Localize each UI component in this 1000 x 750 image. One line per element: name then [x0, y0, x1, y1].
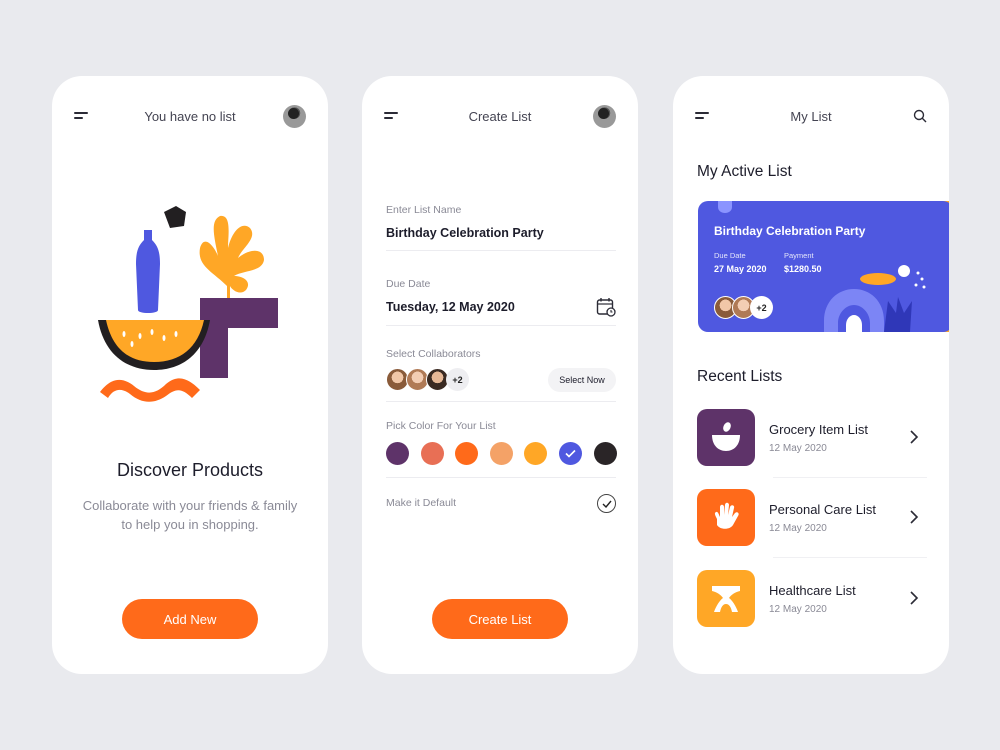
active-list-heading: My Active List: [697, 163, 792, 180]
chevron-right-icon: [910, 430, 919, 444]
color-swatch[interactable]: [455, 442, 479, 465]
due-date-value: 27 May 2020: [714, 264, 767, 274]
vase-shape: [136, 230, 160, 313]
empty-state-screen: You have no list Discover Products Colla…: [52, 76, 328, 674]
color-swatch[interactable]: [593, 442, 617, 465]
create-list-button[interactable]: Create List: [432, 599, 568, 639]
active-card-title: Birthday Celebration Party: [714, 224, 866, 238]
search-icon[interactable]: [913, 109, 927, 123]
hand-icon: [714, 502, 739, 529]
collaborators-field: Select Collaborators +2 Select Now: [386, 348, 616, 402]
list-name-input[interactable]: Birthday Celebration Party: [386, 226, 616, 240]
extra-collaborators-badge: +2: [750, 296, 773, 319]
recent-list-item[interactable]: Personal Care List 12 May 2020: [697, 489, 927, 558]
screen-title: Create List: [468, 109, 532, 124]
color-picker-field: Pick Color For Your List: [386, 420, 617, 478]
pebble-shape: [164, 206, 186, 228]
payment-label: Payment: [784, 251, 814, 260]
divider: [773, 557, 927, 558]
list-date: 12 May 2020: [769, 604, 827, 615]
due-date-label: Due Date: [386, 278, 431, 290]
make-default-label: Make it Default: [386, 497, 457, 509]
leaf-shape: [199, 215, 264, 300]
list-name-field[interactable]: Enter List Name Birthday Celebration Par…: [386, 204, 616, 251]
check-icon: [565, 449, 576, 458]
collaborators-label: Select Collaborators: [386, 348, 481, 360]
color-picker-label: Pick Color For Your List: [386, 420, 496, 432]
screen-title: My List: [790, 109, 832, 124]
top-bar: My List: [695, 104, 927, 130]
list-icon-tile: [697, 570, 755, 627]
list-date: 12 May 2020: [769, 443, 827, 454]
calendar-icon[interactable]: [596, 297, 616, 317]
wave-shape: [100, 378, 200, 402]
empty-illustration: [98, 206, 278, 402]
create-list-screen: Create List Enter List Name Birthday Cel…: [362, 76, 638, 674]
chevron-right-icon: [910, 591, 919, 605]
payment-meta: Payment $1280.50: [784, 251, 822, 274]
list-icon-tile: [697, 489, 755, 546]
color-swatch[interactable]: [386, 442, 409, 465]
make-default-row[interactable]: Make it Default: [386, 494, 616, 514]
recent-list-item[interactable]: Grocery Item List 12 May 2020: [697, 409, 927, 478]
avatar[interactable]: [283, 105, 306, 128]
top-bar: Create List: [384, 104, 616, 130]
recent-list-item[interactable]: Healthcare List 12 May 2020: [697, 570, 927, 628]
active-list-card[interactable]: Birthday Celebration Party Due Date 27 M…: [698, 201, 949, 332]
divider: [773, 477, 927, 478]
select-now-button[interactable]: Select Now: [548, 368, 616, 392]
list-title: Grocery Item List: [769, 422, 868, 437]
avatar[interactable]: [593, 105, 616, 128]
color-swatch[interactable]: [524, 442, 548, 465]
recent-lists-heading: Recent Lists: [697, 368, 783, 385]
list-title: Healthcare List: [769, 583, 856, 598]
bowl-icon: [712, 421, 740, 451]
color-swatch[interactable]: [420, 442, 444, 465]
list-name-label: Enter List Name: [386, 204, 462, 216]
due-date-value[interactable]: Tuesday, 12 May 2020: [386, 300, 616, 314]
list-icon-tile: [697, 409, 755, 466]
due-date-label: Due Date: [714, 251, 746, 260]
due-date-field[interactable]: Due Date Tuesday, 12 May 2020: [386, 278, 616, 326]
empty-heading: Discover Products: [116, 460, 264, 480]
empty-subtitle: Collaborate with your friends & family t…: [82, 498, 298, 532]
due-date-meta: Due Date 27 May 2020: [714, 251, 767, 274]
my-list-screen: My List My Active List Birthday Celebrat…: [673, 76, 949, 674]
color-swatch[interactable]: [489, 442, 513, 465]
check-icon: [602, 500, 612, 508]
color-swatches: [386, 442, 617, 466]
hourglass-icon: [712, 585, 740, 612]
chevron-right-icon: [910, 510, 919, 524]
add-new-button[interactable]: Add New: [122, 599, 258, 639]
color-swatch[interactable]: [559, 442, 582, 465]
top-bar: You have no list: [74, 104, 306, 130]
payment-value: $1280.50: [784, 264, 822, 274]
list-title: Personal Care List: [769, 502, 876, 517]
screen-title: You have no list: [144, 109, 236, 124]
make-default-checkbox[interactable]: [597, 494, 616, 513]
extra-collaborators-badge: +2: [446, 368, 469, 391]
list-date: 12 May 2020: [769, 523, 827, 534]
